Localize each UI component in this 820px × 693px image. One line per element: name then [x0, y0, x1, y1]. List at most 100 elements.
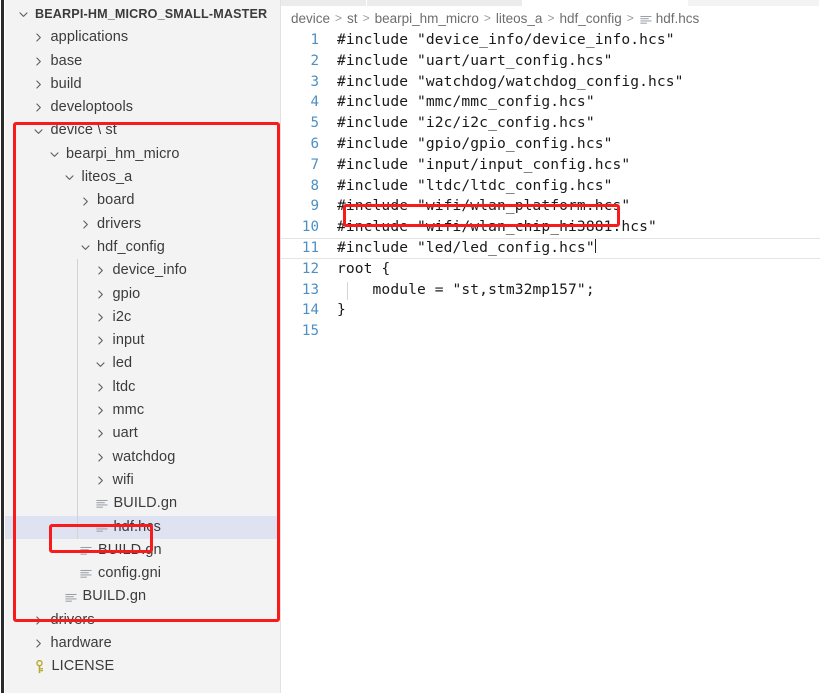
chevron-right-icon[interactable] — [93, 283, 109, 306]
breadcrumb-item[interactable]: st — [347, 11, 358, 26]
tree-folder-row[interactable]: i2c — [5, 305, 280, 330]
indent-guide — [347, 281, 348, 300]
breadcrumb-item[interactable]: liteos_a — [496, 11, 543, 26]
code-text[interactable]: root { — [328, 259, 390, 280]
editor-tab-strip[interactable] — [281, 0, 820, 6]
chevron-right-icon[interactable] — [93, 469, 109, 492]
code-text[interactable]: #include "mmc/mmc_config.hcs" — [328, 92, 595, 113]
chevron-down-icon[interactable] — [62, 166, 78, 189]
tree-folder-row[interactable]: ltdc — [5, 375, 280, 400]
tree-folder-row[interactable]: liteos_a — [5, 166, 280, 189]
breadcrumb[interactable]: device > st > bearpi_hm_micro > liteos_a > hdf_c… — [291, 7, 699, 29]
code-text[interactable]: #include "ltdc/ltdc_config.hcs" — [328, 176, 612, 197]
tree-file-row[interactable]: BUILD.gn — [5, 539, 280, 562]
editor-tab[interactable] — [281, 0, 367, 6]
tree-folder-row[interactable]: developtools — [5, 96, 280, 119]
breadcrumb-item[interactable]: hdf_config — [559, 11, 621, 26]
tree-folder-row[interactable]: gpio — [5, 282, 280, 306]
code-line[interactable]: 5 #include "i2c/i2c_config.hcs" — [281, 113, 820, 134]
tree-folder-row[interactable]: wifi — [5, 468, 280, 493]
code-text[interactable]: #include "device_info/device_info.hcs" — [328, 30, 675, 51]
chevron-right-icon[interactable] — [93, 306, 109, 329]
chevron-right-icon[interactable] — [31, 96, 47, 119]
code-line[interactable]: 9 #include "wifi/wlan_platform.hcs" — [281, 196, 820, 217]
code-text[interactable]: #include "wifi/wlan_platform.hcs" — [328, 196, 630, 217]
tree-folder-row[interactable]: watchdog — [5, 445, 280, 469]
tree-folder-row[interactable]: hardware — [5, 632, 280, 655]
code-line[interactable]: 10 #include "wifi/wlan_chip_hi3881.hcs" — [281, 217, 820, 238]
chevron-right-icon[interactable] — [31, 26, 47, 49]
code-editor[interactable]: device > st > bearpi_hm_micro > liteos_a > hdf_c… — [281, 0, 820, 693]
tree-file-row[interactable]: BUILD.gn — [5, 492, 280, 516]
code-line[interactable]: 1 #include "device_info/device_info.hcs" — [281, 30, 820, 51]
code-line[interactable]: 15 — [281, 321, 820, 342]
chevron-right-icon[interactable] — [31, 632, 47, 655]
code-text[interactable]: #include "uart/uart_config.hcs" — [328, 51, 612, 72]
code-text[interactable]: #include "wifi/wlan_chip_hi3881.hcs" — [328, 217, 657, 238]
code-line[interactable]: 6 #include "gpio/gpio_config.hcs" — [281, 134, 820, 155]
explorer-sidebar[interactable]: BEARPI-HM_MICRO_SMALL-MASTER applications… — [5, 0, 281, 693]
code-line[interactable]: 12 root { — [281, 259, 820, 280]
code-line[interactable]: 14} — [281, 300, 820, 321]
code-line[interactable]: 4 #include "mmc/mmc_config.hcs" — [281, 92, 820, 113]
chevron-right-icon[interactable] — [31, 73, 47, 96]
chevron-right-icon[interactable] — [93, 446, 109, 469]
tree-folder-row[interactable]: base — [5, 50, 280, 73]
chevron-right-icon[interactable] — [93, 399, 109, 422]
code-line[interactable]: 2 #include "uart/uart_config.hcs" — [281, 51, 820, 72]
chevron-down-icon[interactable] — [46, 143, 62, 166]
breadcrumb-item[interactable]: bearpi_hm_micro — [375, 11, 479, 26]
code-text[interactable]: module = "st,stm32mp157"; — [328, 280, 595, 301]
code-line[interactable]: 8 #include "ltdc/ltdc_config.hcs" — [281, 176, 820, 197]
tree-folder-row[interactable]: drivers — [5, 213, 280, 236]
tree-folder-row[interactable]: BEARPI-HM_MICRO_SMALL-MASTER — [5, 3, 280, 26]
chevron-down-icon[interactable] — [15, 3, 31, 26]
tree-folder-row[interactable]: mmc — [5, 399, 280, 423]
code-line[interactable]: 11 #include "led/led_config.hcs" — [281, 237, 820, 259]
file-tree[interactable]: BEARPI-HM_MICRO_SMALL-MASTER applications… — [5, 0, 280, 679]
code-text[interactable]: #include "led/led_config.hcs" — [328, 238, 595, 259]
line-number: 14 — [301, 302, 319, 319]
tree-folder-row[interactable]: build — [5, 73, 280, 96]
chevron-right-icon[interactable] — [93, 422, 109, 445]
tree-folder-row[interactable]: uart — [5, 422, 280, 446]
breadcrumb-item[interactable]: device — [291, 11, 330, 26]
code-text[interactable]: } — [328, 300, 346, 321]
code-text[interactable] — [328, 321, 337, 342]
chevron-down-icon[interactable] — [77, 236, 93, 259]
tree-folder-row[interactable]: bearpi_hm_micro — [5, 143, 280, 166]
tree-folder-row[interactable]: led — [5, 352, 280, 376]
chevron-right-icon[interactable] — [93, 259, 109, 282]
chevron-down-icon[interactable] — [93, 353, 109, 376]
code-line[interactable]: 3 #include "watchdog/watchdog_config.hcs" — [281, 72, 820, 93]
code-line[interactable]: 7 #include "input/input_config.hcs" — [281, 155, 820, 176]
editor-tab[interactable] — [647, 0, 688, 6]
tree-folder-row[interactable]: device \ st — [5, 119, 280, 142]
code-text[interactable]: #include "watchdog/watchdog_config.hcs" — [328, 72, 684, 93]
tree-folder-row[interactable]: input — [5, 329, 280, 353]
code-line[interactable]: 13 module = "st,stm32mp157"; — [281, 280, 820, 301]
code-text[interactable]: #include "input/input_config.hcs" — [328, 155, 630, 176]
tree-folder-row[interactable]: device_info — [5, 259, 280, 283]
chevron-right-icon[interactable] — [77, 190, 93, 213]
tree-file-row[interactable]: hdf.hcs — [5, 515, 280, 539]
tree-folder-row[interactable]: hdf_config — [5, 236, 280, 259]
chevron-right-icon[interactable] — [93, 329, 109, 352]
chevron-right-icon[interactable] — [77, 213, 93, 236]
tree-folder-row[interactable]: applications — [5, 26, 280, 49]
chevron-right-icon[interactable] — [93, 376, 109, 399]
chevron-right-icon[interactable] — [31, 609, 47, 632]
tree-file-row[interactable]: config.gni — [5, 562, 280, 585]
breadcrumb-file[interactable]: hdf.hcs — [656, 11, 700, 26]
code-text[interactable]: #include "i2c/i2c_config.hcs" — [328, 113, 595, 134]
tree-file-row[interactable]: BUILD.gn — [5, 585, 280, 608]
code-content[interactable]: 1 #include "device_info/device_info.hcs" 2… — [281, 30, 820, 693]
tree-folder-row[interactable]: drivers — [5, 609, 280, 632]
editor-tab[interactable] — [367, 0, 523, 6]
tree-folder-row[interactable]: board — [5, 189, 280, 212]
chevron-right-icon[interactable] — [31, 50, 47, 73]
code-text[interactable]: #include "gpio/gpio_config.hcs" — [328, 134, 612, 155]
tree-file-row[interactable]: LICENSE — [5, 655, 280, 678]
chevron-down-icon[interactable] — [31, 120, 47, 143]
editor-tab-active[interactable] — [523, 0, 647, 6]
